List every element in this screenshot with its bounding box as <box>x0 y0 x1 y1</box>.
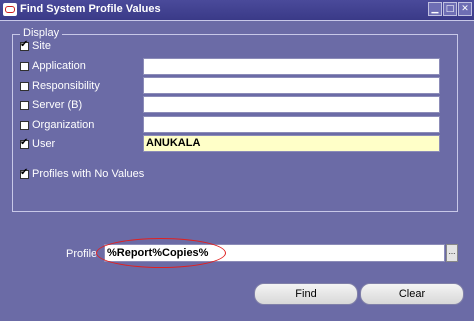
list-of-values-button[interactable]: ... <box>446 244 458 262</box>
window-title: Find System Profile Values <box>20 3 161 15</box>
user-option[interactable]: User <box>20 136 55 152</box>
responsibility-checkbox[interactable] <box>20 81 29 91</box>
minimize-icon[interactable]: ▁ <box>428 2 442 16</box>
no-values-checkbox[interactable] <box>20 167 29 179</box>
oracle-app-icon[interactable] <box>3 3 17 16</box>
user-label: User <box>32 138 56 150</box>
title-bar: Find System Profile Values ▁ □ ✕ <box>0 0 474 21</box>
clear-button[interactable]: Clear <box>360 283 464 305</box>
user-checkbox[interactable] <box>20 137 29 149</box>
organization-checkbox[interactable] <box>20 120 29 130</box>
server-option[interactable]: Server (B) <box>20 97 82 113</box>
application-option[interactable]: Application <box>20 58 86 74</box>
application-field[interactable] <box>143 58 440 75</box>
organization-field[interactable] <box>143 116 440 133</box>
no-values-label: Profiles with No Values <box>32 168 145 180</box>
responsibility-label: Responsibility <box>32 80 100 92</box>
organization-label: Organization <box>32 119 95 131</box>
close-icon[interactable]: ✕ <box>458 2 472 16</box>
application-label: Application <box>32 60 86 72</box>
profile-input[interactable]: %Report%Copies% <box>104 244 445 262</box>
server-label: Server (B) <box>32 99 83 111</box>
user-field[interactable]: ANUKALA <box>143 135 440 152</box>
server-field[interactable] <box>143 96 440 113</box>
site-checkbox[interactable] <box>20 39 29 51</box>
organization-option[interactable]: Organization <box>20 117 94 133</box>
site-label: Site <box>32 40 51 52</box>
maximize-icon[interactable]: □ <box>443 2 457 16</box>
profile-label: Profile <box>66 248 98 260</box>
application-checkbox[interactable] <box>20 61 29 71</box>
window-controls: ▁ □ ✕ <box>428 2 472 16</box>
site-option[interactable]: Site <box>20 38 51 54</box>
server-checkbox[interactable] <box>20 100 29 110</box>
responsibility-field[interactable] <box>143 77 440 94</box>
no-values-option[interactable]: Profiles with No Values <box>20 166 144 182</box>
find-button[interactable]: Find <box>254 283 358 305</box>
responsibility-option[interactable]: Responsibility <box>20 78 100 94</box>
